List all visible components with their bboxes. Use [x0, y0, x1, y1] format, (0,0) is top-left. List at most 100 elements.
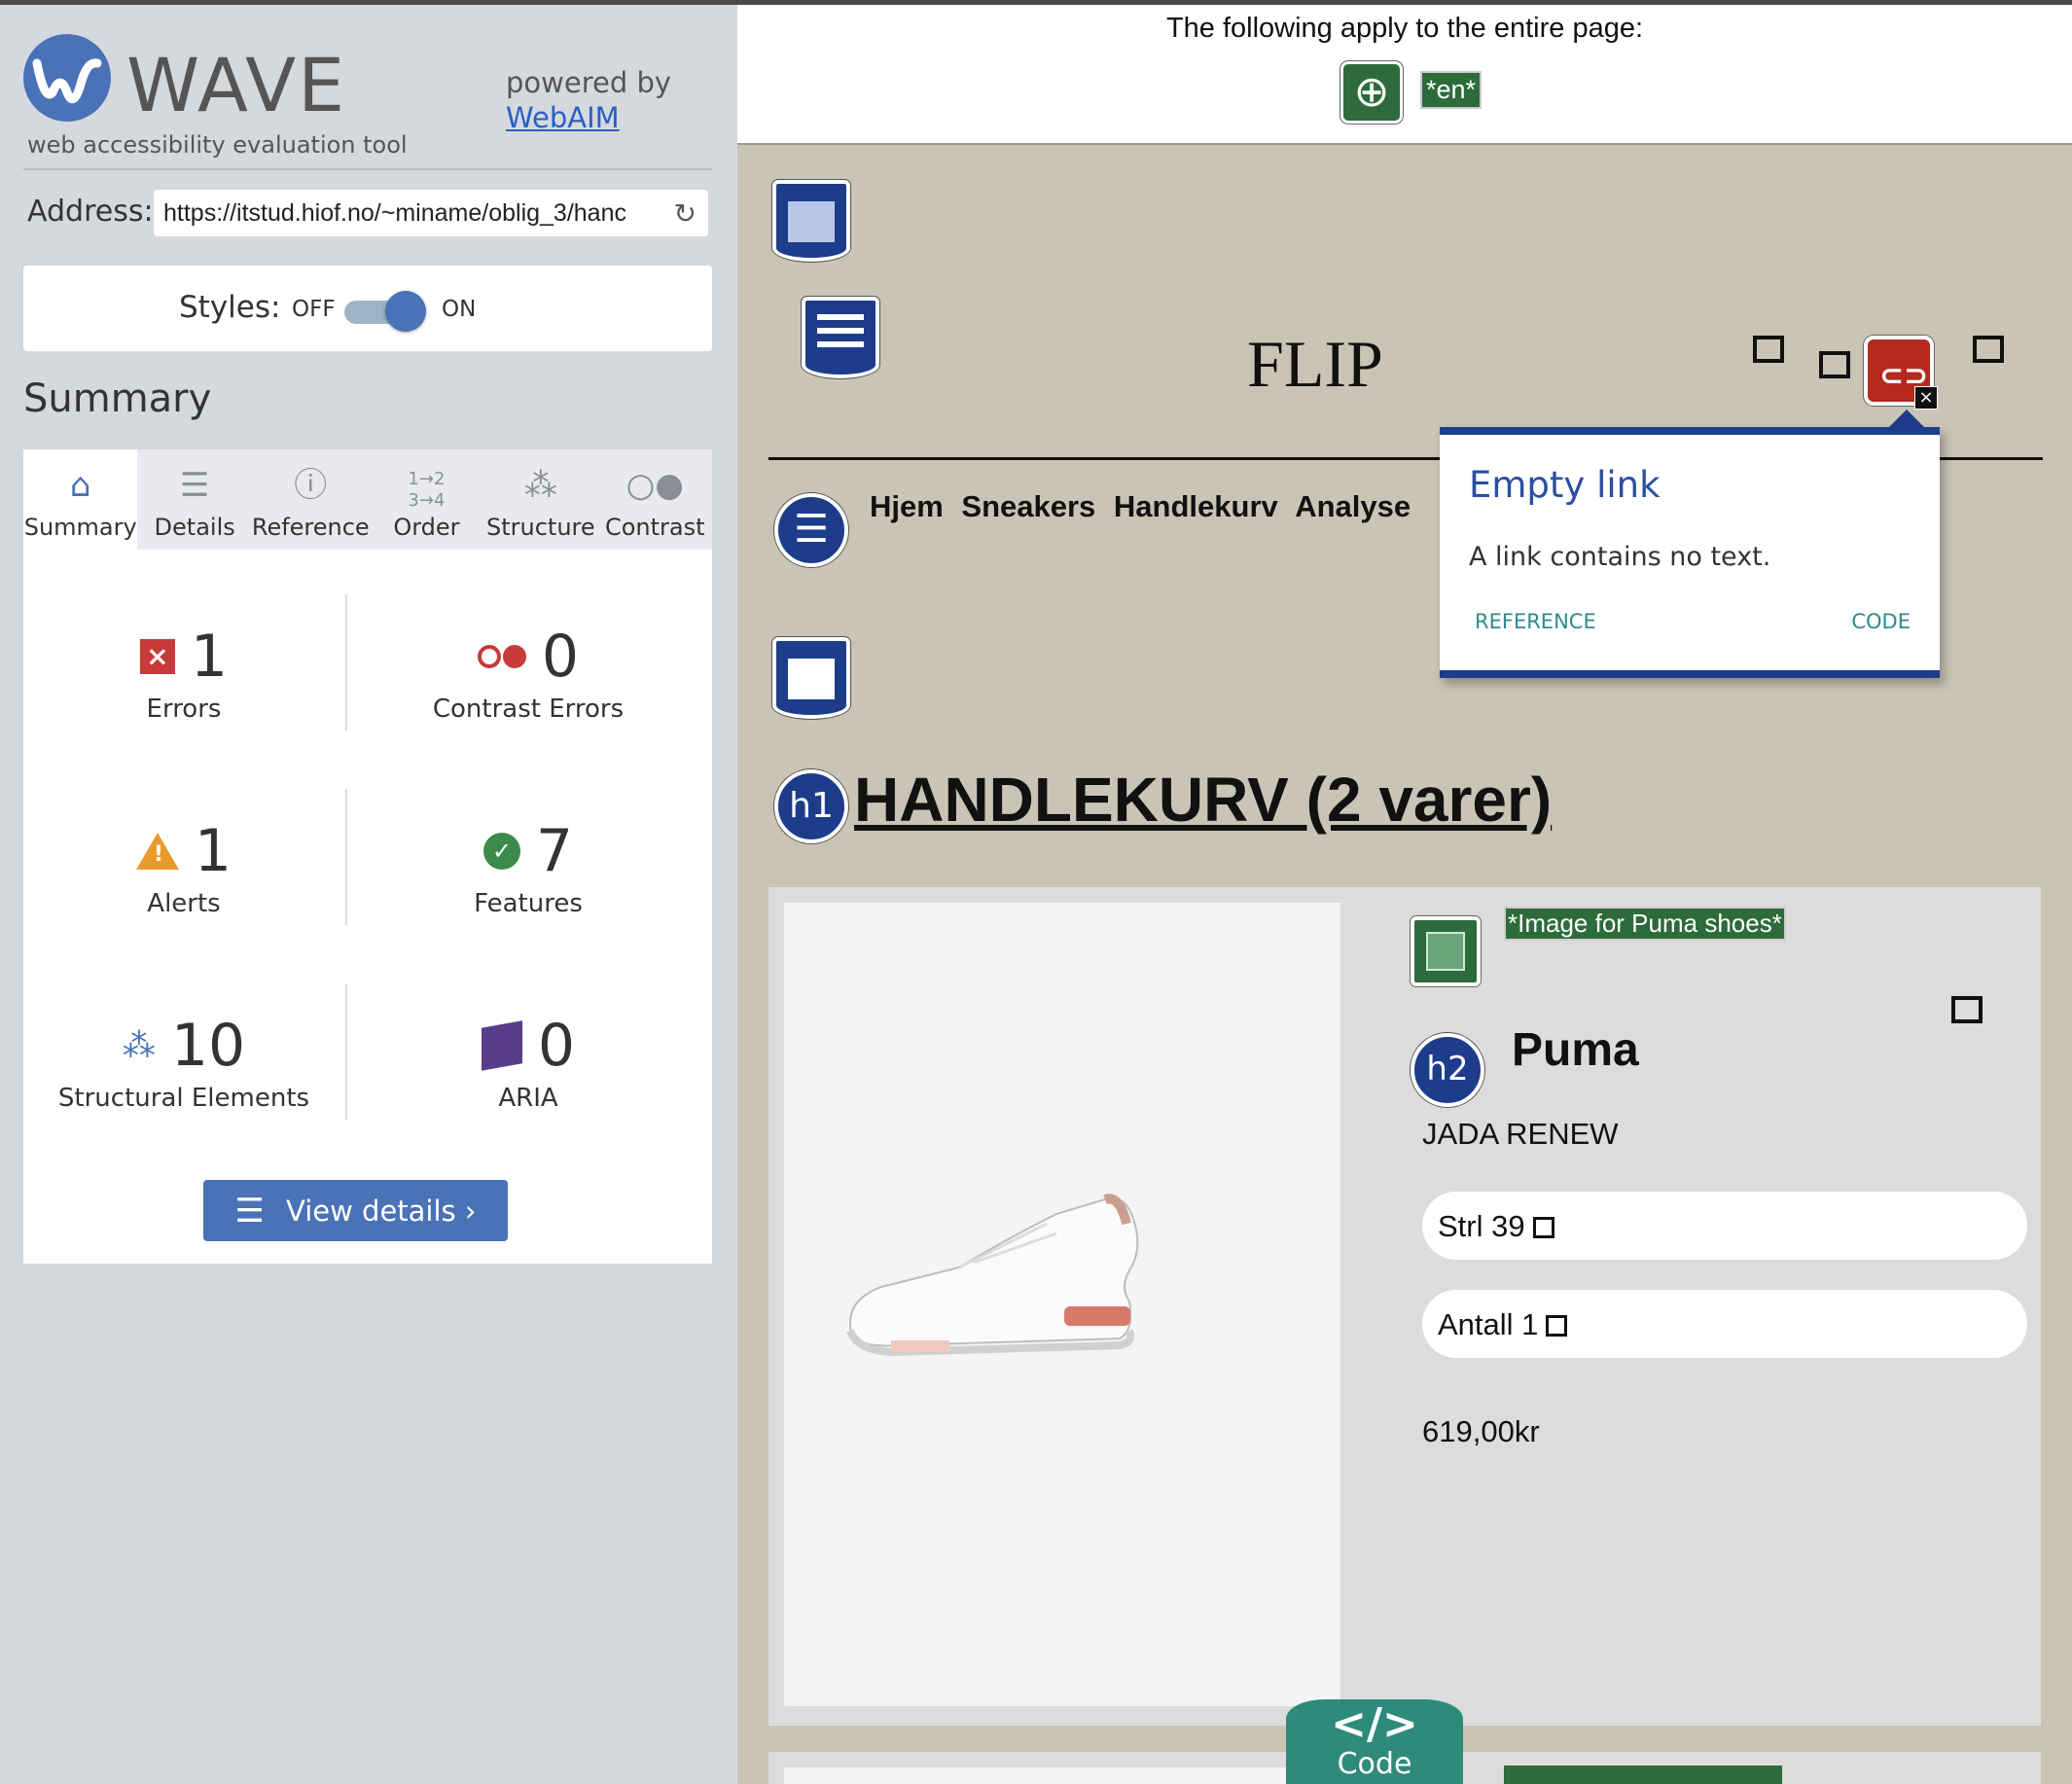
wave-sidebar: WAVE web accessibility evaluation tool p… — [0, 5, 737, 1784]
structure-icon: ⁂ — [122, 1026, 156, 1065]
list-icon: ☰ — [234, 1191, 265, 1231]
stat-divider — [345, 594, 347, 731]
tab-summary-label: Summary — [23, 514, 137, 541]
aria-label: ARIA — [498, 1084, 558, 1113]
styles-toggle-knob[interactable] — [385, 291, 426, 332]
main-region-icon[interactable] — [772, 637, 850, 719]
code-icon: </> — [1331, 1699, 1418, 1749]
cart-item: *Image for Puma shoes* h2 Puma JADA RENE… — [768, 887, 2041, 1726]
stat-divider — [345, 789, 347, 925]
errors-label: Errors — [146, 695, 222, 724]
stat-alerts[interactable]: ! 1 Alerts — [29, 817, 339, 918]
tab-contrast[interactable]: ○● Contrast — [598, 449, 712, 550]
styles-label: Styles: — [179, 290, 281, 325]
image-alt-text: *Image for Puma shoes* — [1504, 907, 1786, 941]
tab-details-label: Details — [154, 514, 235, 541]
error-close-icon: × — [1914, 386, 1938, 410]
tab-reference-label: Reference — [251, 514, 370, 541]
navigation-region-icon[interactable] — [802, 297, 879, 378]
popup-code-link[interactable]: CODE — [1851, 610, 1911, 633]
list-structure-icon[interactable]: ☰ — [774, 493, 848, 567]
language-globe-icon[interactable]: ⊕ — [1340, 61, 1403, 124]
product-price: 619,00kr — [1422, 1414, 1540, 1448]
summary-heading: Summary — [23, 376, 212, 421]
features-count: 7 — [535, 817, 574, 885]
tab-order-label: Order — [393, 514, 460, 541]
powered-by: powered by WebAIM — [506, 65, 671, 135]
popup-reference-link[interactable]: REFERENCE — [1475, 610, 1596, 633]
header-region-icon[interactable] — [772, 180, 850, 262]
view-details-button[interactable]: ☰ View details › — [203, 1180, 508, 1241]
tab-summary[interactable]: ⌂ Summary — [23, 449, 138, 550]
contrast-icon: ○● — [625, 466, 684, 505]
features-label: Features — [474, 889, 583, 918]
info-icon: ⓘ — [294, 466, 328, 505]
tab-structure[interactable]: ⁂ Structure — [483, 449, 597, 550]
product-model: JADA RENEW — [1422, 1117, 1619, 1151]
stat-divider — [345, 983, 347, 1120]
structural-label: Structural Elements — [57, 1084, 310, 1113]
address-value: https://itstud.hiof.no/~miname/oblig_3/h… — [163, 199, 626, 227]
aria-count: 0 — [537, 1012, 576, 1080]
product-image — [784, 903, 1340, 1706]
powered-by-text: powered by — [506, 66, 672, 99]
header-divider — [23, 168, 712, 170]
code-label: Code — [1337, 1747, 1412, 1781]
aria-cube-icon — [481, 1020, 522, 1071]
alerts-count: 1 — [194, 817, 232, 885]
home-icon: ⌂ — [69, 466, 91, 505]
image-alt-icon[interactable] — [1411, 916, 1481, 986]
stat-aria[interactable]: 0 ARIA — [374, 1012, 683, 1113]
stat-features[interactable]: ✓ 7 Features — [374, 817, 683, 918]
stat-errors[interactable]: × 1 Errors — [29, 623, 339, 724]
contrast-errors-label: Contrast Errors — [432, 695, 625, 724]
wave-subtitle: web accessibility evaluation tool — [27, 131, 408, 159]
styles-toggle-card: Styles: OFF ON — [23, 266, 712, 351]
webaim-link[interactable]: WebAIM — [506, 101, 620, 134]
empty-box-marker — [1753, 336, 1784, 363]
wave-title: WAVE — [126, 42, 347, 128]
image-alt-badge — [1504, 1766, 1782, 1784]
empty-box-marker — [1819, 351, 1850, 378]
nav-links[interactable]: Hjem Sneakers Handlekurv Analyse — [870, 489, 1411, 524]
product-brand: Puma — [1512, 1024, 1639, 1076]
tab-reference[interactable]: ⓘ Reference — [252, 449, 370, 550]
contrast-error-icon — [477, 645, 526, 668]
empty-link-error-icon[interactable]: ⊂⊃ × — [1864, 336, 1938, 410]
stat-contrast-errors[interactable]: 0 Contrast Errors — [374, 623, 683, 724]
alert-icon: ! — [135, 833, 179, 870]
stat-structural[interactable]: ⁂ 10 Structural Elements — [29, 1012, 339, 1113]
tab-order[interactable]: 1→2 3→4 Order — [370, 449, 483, 550]
summary-card: × 1 Errors 0 Contrast Errors ! 1 Alerts ✓ 7… — [23, 550, 712, 1264]
h2-heading-icon[interactable]: h2 — [1411, 1033, 1484, 1107]
quantity-field[interactable]: Antall 1 — [1422, 1290, 2027, 1358]
empty-box-marker — [1951, 996, 1983, 1023]
empty-box-marker — [1546, 1315, 1568, 1337]
tab-structure-label: Structure — [486, 514, 595, 541]
product-image — [784, 1767, 1340, 1784]
address-input[interactable]: https://itstud.hiof.no/~miname/oblig_3/h… — [154, 190, 708, 236]
structural-count: 10 — [170, 1012, 246, 1080]
tab-contrast-label: Contrast — [604, 514, 705, 541]
code-toggle-button[interactable]: </> Code — [1286, 1699, 1463, 1784]
refresh-icon[interactable]: ↻ — [667, 197, 697, 230]
errors-count: 1 — [190, 623, 229, 691]
empty-box-marker — [1973, 336, 2004, 363]
popup-arrow — [1887, 410, 1926, 429]
language-badge: *en* — [1420, 71, 1483, 109]
order-icon: 1→2 3→4 — [408, 469, 446, 511]
h1-heading-icon[interactable]: h1 — [774, 769, 848, 843]
site-title: FLIP — [1247, 327, 1383, 401]
page-heading: HANDLEKURV (2 varer) — [854, 765, 1553, 835]
contrast-errors-count: 0 — [541, 623, 580, 691]
feature-check-icon: ✓ — [482, 833, 520, 870]
view-details-label: View details › — [286, 1194, 477, 1228]
evaluated-page: The following apply to the entire page: … — [737, 5, 2072, 1784]
tab-details[interactable]: ☰ Details — [137, 449, 251, 550]
wave-logo-icon — [23, 34, 111, 122]
apply-text: The following apply to the entire page: — [1165, 13, 1644, 44]
quantity-label: Antall 1 — [1438, 1307, 1539, 1341]
error-icon: × — [139, 639, 175, 674]
styles-on-label: ON — [442, 297, 477, 322]
size-field[interactable]: Strl 39 — [1422, 1192, 2027, 1260]
